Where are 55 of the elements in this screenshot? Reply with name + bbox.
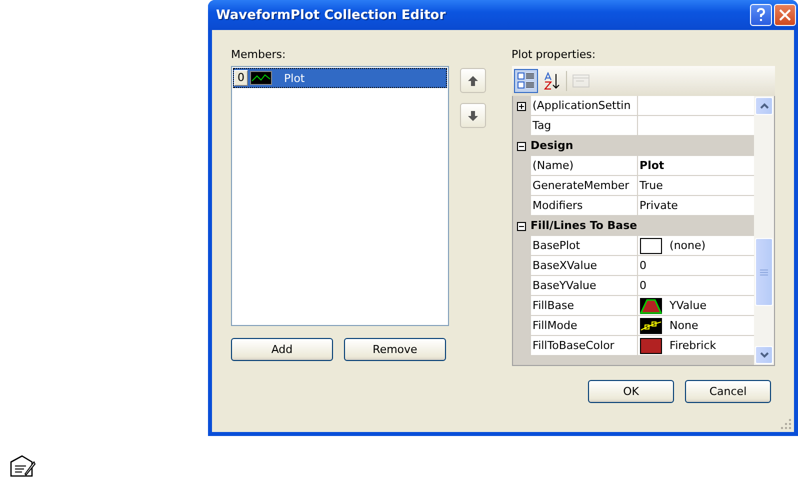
help-button[interactable] <box>750 4 772 26</box>
line-points-icon <box>640 318 662 334</box>
expand-icon[interactable] <box>517 102 526 110</box>
up-arrow-icon <box>468 76 478 86</box>
dialog-button[interactable]: OK <box>588 380 674 403</box>
property-value[interactable]: True <box>638 176 754 196</box>
property-name: FillMode <box>530 316 638 336</box>
filled-area-icon <box>640 298 662 314</box>
down-arrow-icon <box>468 110 478 120</box>
property-name: (ApplicationSettin <box>530 96 638 116</box>
close-button[interactable] <box>774 4 796 26</box>
property-name: GenerateMember <box>530 176 638 196</box>
property-name: FillToBaseColor <box>530 336 638 356</box>
property-name: BaseXValue <box>530 256 638 276</box>
property-name: FillBase <box>530 296 638 316</box>
property-value[interactable]: YValue <box>638 296 754 316</box>
property-value[interactable]: Plot <box>638 156 754 176</box>
list-button[interactable]: Remove <box>344 338 446 361</box>
empty-swatch-icon <box>640 238 662 254</box>
property-name: BasePlot <box>530 236 638 256</box>
member-item[interactable]: 0 Plot <box>233 68 447 88</box>
property-name: BaseYValue <box>530 276 638 296</box>
collapse-icon[interactable] <box>517 222 526 230</box>
toolbar-button[interactable] <box>514 69 538 93</box>
window-title: WaveformPlot Collection Editor <box>215 8 447 22</box>
dialog-button[interactable]: Cancel <box>685 380 771 403</box>
properties-label: Plot properties: <box>512 48 597 63</box>
property-pages-icon <box>572 72 590 90</box>
scrollbar[interactable] <box>754 96 774 365</box>
color-swatch-icon <box>640 338 662 354</box>
member-name: Plot <box>284 72 305 84</box>
members-label: Members: <box>231 48 287 63</box>
property-value[interactable]: None <box>638 316 754 336</box>
scroll-thumb[interactable] <box>755 238 773 306</box>
waveform-icon <box>250 71 272 85</box>
property-value[interactable]: Firebrick <box>638 336 754 356</box>
help-icon <box>756 8 766 22</box>
property-name: Modifiers <box>530 196 638 216</box>
property-value[interactable]: 0 <box>638 276 754 296</box>
property-name: (Name) <box>530 156 638 176</box>
property-value[interactable]: 0 <box>638 256 754 276</box>
close-icon <box>779 9 791 21</box>
resize-grip-icon[interactable] <box>781 419 792 430</box>
collapse-icon[interactable] <box>517 142 526 150</box>
move-down-button[interactable] <box>460 103 486 128</box>
property-value[interactable]: (none) <box>638 236 754 256</box>
index-cell: 0 <box>234 70 248 86</box>
scroll-down-icon <box>760 352 768 358</box>
property-name: Tag <box>530 116 638 136</box>
property-value[interactable]: Private <box>638 196 754 216</box>
list-button[interactable]: Add <box>231 338 333 361</box>
categorized-icon <box>516 72 535 90</box>
scroll-up-icon <box>760 103 768 109</box>
sort-icon <box>542 72 561 90</box>
move-up-button[interactable] <box>460 68 486 93</box>
